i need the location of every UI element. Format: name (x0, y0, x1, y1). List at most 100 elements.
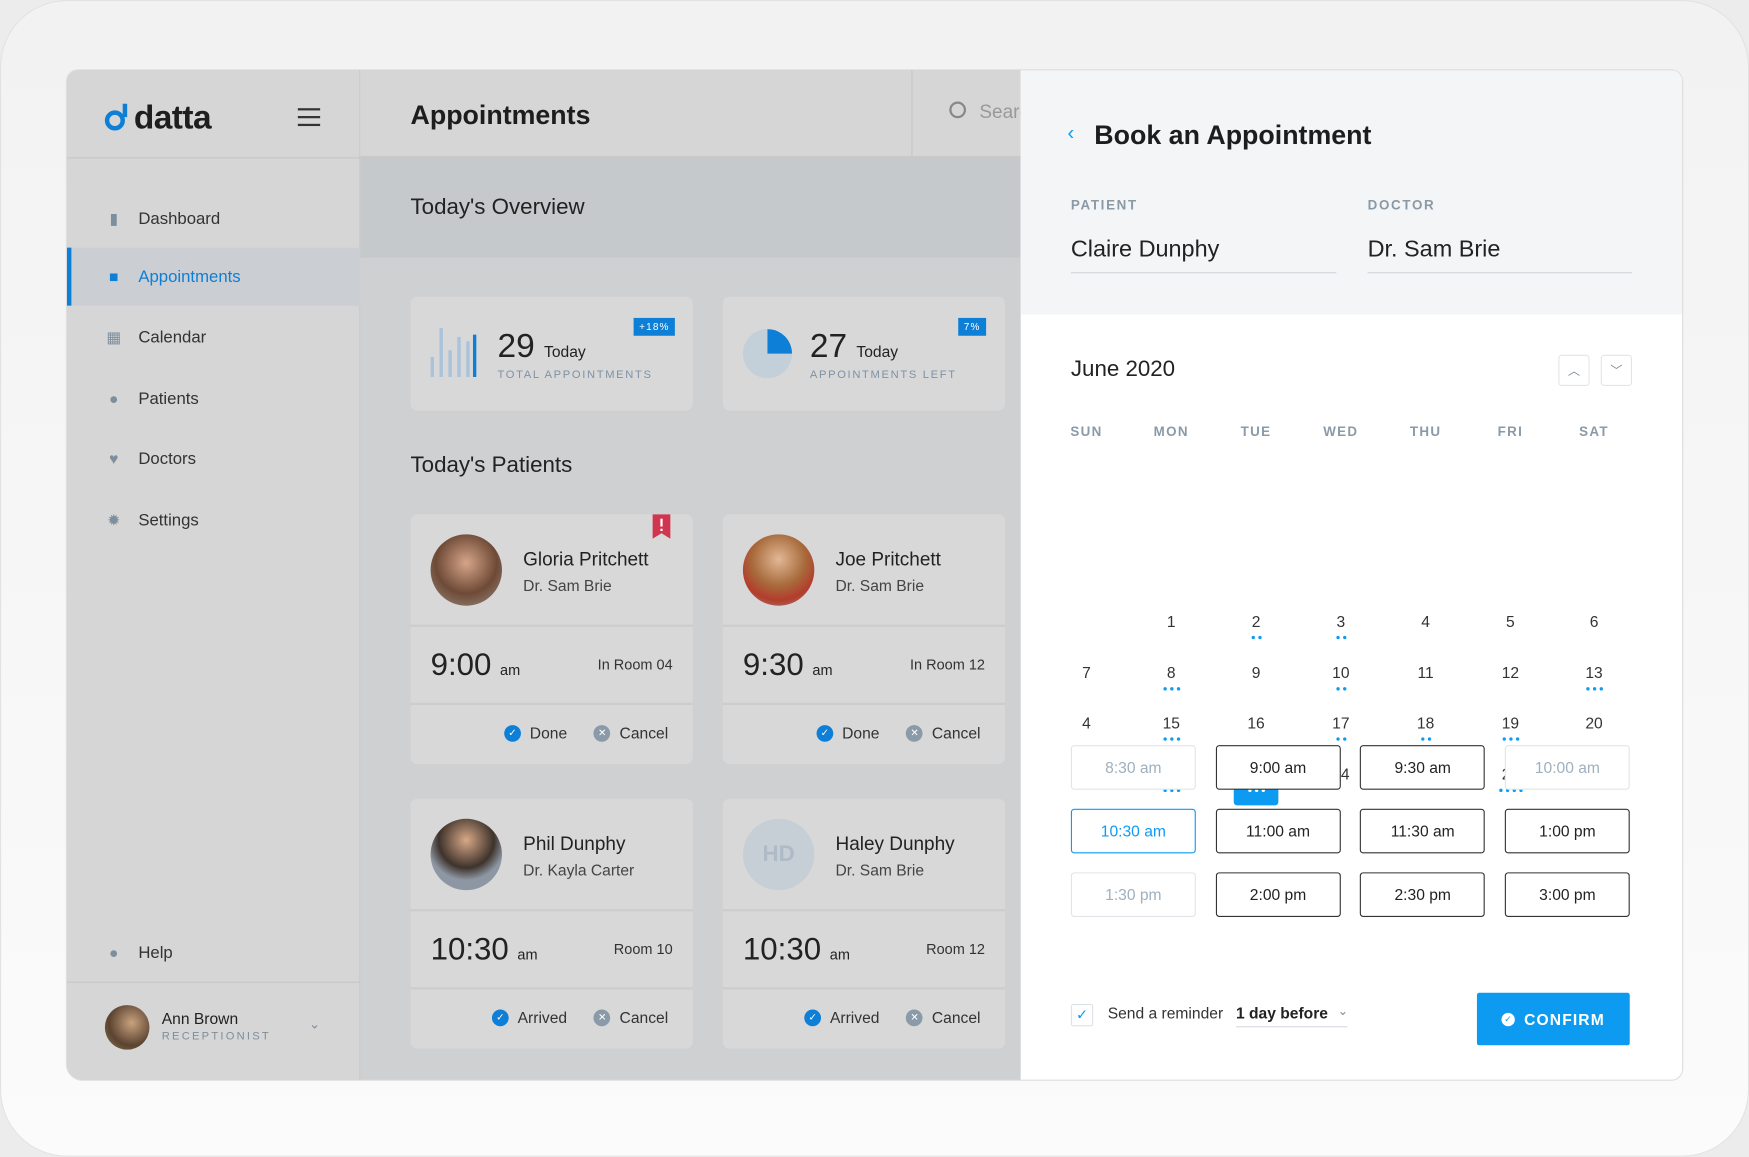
user-profile[interactable]: Ann Brown RECEPTIONIST ⌄ (66, 981, 361, 1080)
search-input[interactable]: Search (979, 102, 1024, 124)
appointment-time: 9:30 am In Room 12 (722, 627, 1006, 705)
cancel-button[interactable]: ✕ Cancel (593, 1008, 669, 1027)
next-month-button[interactable]: ﹀ (1600, 354, 1632, 386)
arrived-button[interactable]: ✓ Arrived (491, 1008, 567, 1026)
calendar-day[interactable]: 10 (1319, 659, 1364, 704)
time-slot-button[interactable]: 9:00 am (1215, 745, 1341, 790)
calendar-day[interactable]: 11 (1403, 659, 1448, 704)
calendar-day[interactable]: 12 (1488, 659, 1533, 704)
patient-info: Joe Pritchett Dr. Sam Brie (722, 514, 1006, 627)
arrived-button[interactable]: ✓ Arrived (804, 1008, 879, 1026)
chevron-up-icon: ︿ (1567, 364, 1581, 379)
chevron-down-icon[interactable]: ⌄ (309, 1016, 320, 1032)
time-slot-button[interactable]: 3:00 pm (1504, 872, 1630, 917)
reminder-checkbox[interactable]: ✓ (1070, 1003, 1094, 1027)
calendar-day[interactable]: 8 (1149, 659, 1194, 704)
time-slot-button[interactable]: 8:30 am (1070, 745, 1196, 790)
sidebar: datta ▮ Dashboard ■ Appointments ▦ Calendar ● P… (66, 70, 361, 1080)
cancel-button[interactable]: ✕ Cancel (906, 1008, 981, 1026)
back-chevron-icon[interactable]: ‹ (1068, 122, 1075, 145)
appointment-dot (1335, 635, 1340, 640)
appointment-time: 9:00 am In Room 04 (410, 627, 693, 705)
calendar-day[interactable]: 2 (1234, 608, 1279, 653)
stat-unit: Today (856, 342, 899, 361)
patient-name: Haley Dunphy (835, 833, 955, 855)
check-circle-icon: ✓ (504, 724, 521, 742)
x-circle-icon: ✕ (593, 1008, 611, 1026)
prev-month-button[interactable]: ︿ (1558, 354, 1590, 386)
logo-icon (104, 103, 128, 131)
done-button[interactable]: ✓ Done (816, 724, 879, 742)
stat-card-total: 29 Today TOTAL APPOINTMENTS +18% (410, 296, 693, 411)
patient-info: HD Haley Dunphy Dr. Sam Brie (722, 799, 1006, 912)
divider (66, 157, 361, 159)
time-value: 10:30 (430, 931, 509, 967)
x-circle-icon: ✕ (906, 1008, 923, 1026)
day-number: 17 (1332, 713, 1350, 732)
sidebar-item-patients[interactable]: ● Patients (67, 369, 360, 427)
time-slot-button[interactable]: 2:30 pm (1360, 872, 1486, 917)
appointment-dot (1502, 737, 1506, 741)
section-title: Today's Overview (410, 195, 585, 220)
sidebar-item-dashboard[interactable]: ▮ Dashboard (67, 190, 360, 248)
sidebar-item-doctors[interactable]: ♥ Doctors (67, 429, 360, 487)
chevron-down-icon: ⌄ (1337, 1005, 1349, 1019)
calendar-day[interactable]: 7 (1064, 659, 1109, 704)
action-label: Cancel (619, 1008, 669, 1027)
book-icon: ■ (109, 267, 119, 286)
weekday-label: WED (1323, 423, 1359, 440)
appointment-dot (1257, 635, 1262, 640)
cancel-button[interactable]: ✕ Cancel (593, 724, 668, 742)
time-slot-button[interactable]: 10:00 am (1504, 745, 1630, 790)
time-value: 9:00 (430, 646, 492, 682)
appointment-dot (1162, 737, 1167, 741)
sidebar-item-label: Help (138, 943, 173, 963)
appointment-dot (1335, 737, 1340, 741)
patient-card: HD Haley Dunphy Dr. Sam Brie 10:30 am Ro… (722, 798, 1006, 1049)
appointment-dot (1342, 686, 1346, 690)
time-slot-button[interactable]: 10:30 am (1070, 808, 1196, 854)
sidebar-item-appointments[interactable]: ■ Appointments (66, 247, 361, 306)
avatar: HD (742, 818, 815, 891)
calendar-day[interactable]: 13 (1572, 659, 1617, 704)
calendar-day[interactable]: 6 (1572, 608, 1617, 653)
time-slot-button[interactable]: 1:30 pm (1070, 872, 1196, 917)
patient-field[interactable]: Claire Dunphy (1070, 236, 1337, 274)
sidebar-item-help[interactable]: ● Help (67, 924, 360, 982)
reminder-label: Send a reminder (1107, 1003, 1224, 1022)
pie-chart-icon (742, 329, 793, 379)
logo: datta (104, 99, 212, 137)
time-slot-button[interactable]: 11:00 am (1215, 808, 1341, 854)
time-slot-button[interactable]: 2:00 pm (1215, 872, 1341, 917)
time-value: 10:30 (742, 931, 822, 967)
sidebar-item-calendar[interactable]: ▦ Calendar (67, 308, 360, 366)
calendar-day[interactable]: 9 (1234, 659, 1279, 704)
reminder-select[interactable]: 1 day before ⌄ (1235, 1004, 1349, 1028)
avatar-initials: HD (762, 841, 795, 867)
day-number: 13 (1585, 663, 1603, 682)
confirm-button[interactable]: ✓ CONFIRM (1476, 992, 1630, 1046)
calendar-day[interactable]: 5 (1488, 608, 1533, 653)
doctor-field[interactable]: Dr. Sam Brie (1367, 236, 1632, 274)
time-slot-button[interactable]: 11:30 am (1360, 808, 1486, 854)
calendar-day[interactable]: 3 (1319, 608, 1364, 653)
sidebar-item-label: Doctors (138, 448, 196, 468)
action-label: Cancel (931, 723, 981, 742)
done-button[interactable]: ✓ Done (504, 724, 567, 742)
hamburger-menu-icon[interactable] (297, 108, 321, 127)
stat-badge: 7% (958, 317, 987, 336)
appointment-dot (1515, 737, 1519, 741)
avatar (430, 818, 502, 891)
stat-label: TOTAL APPOINTMENTS (497, 369, 653, 382)
calendar-day[interactable]: 4 (1403, 608, 1448, 653)
bookmark-alert-icon[interactable] (652, 514, 671, 539)
calendar-day[interactable]: 1 (1149, 608, 1194, 653)
time-slot-button[interactable]: 1:00 pm (1504, 808, 1630, 854)
time-slot-button[interactable]: 9:30 am (1360, 745, 1486, 790)
sidebar-item-settings[interactable]: ✹ Settings (67, 491, 360, 549)
patient-card: Gloria Pritchett Dr. Sam Brie 9:00 am In… (410, 514, 693, 765)
room-label: Room 12 (926, 940, 985, 958)
stat-value: 27 (809, 327, 848, 365)
day-number: 1 (1166, 612, 1176, 631)
cancel-button[interactable]: ✕ Cancel (906, 723, 981, 742)
